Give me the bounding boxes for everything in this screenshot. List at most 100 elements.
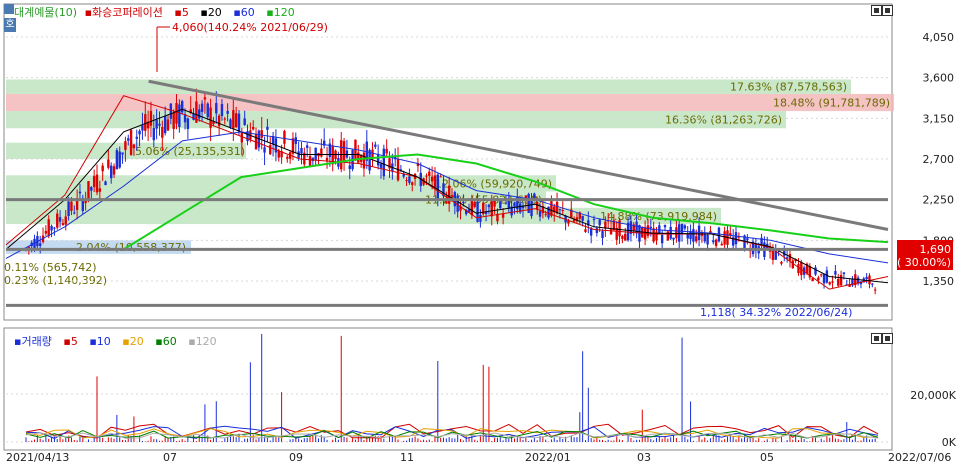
candle-body <box>129 129 133 155</box>
volume-profile-label: 18.48% (91,781,789) <box>773 97 890 110</box>
candle-body <box>479 214 482 222</box>
candle-body <box>814 267 817 275</box>
candle-body <box>166 119 170 131</box>
candle-body <box>439 176 442 178</box>
candle-body <box>425 175 428 177</box>
stock-legend-label[interactable]: ▪화승코퍼레이션 <box>85 6 167 19</box>
candle-body <box>138 130 141 135</box>
candle-body <box>220 104 224 117</box>
volume-profile-label: 17.63% (87,578,563) <box>730 81 847 94</box>
candle-body <box>234 113 238 128</box>
candle-body <box>820 274 823 276</box>
candle-body <box>58 217 62 222</box>
volume-profile-label: 0.11% (565,742) <box>4 261 97 274</box>
candle-body <box>200 103 204 113</box>
candle-body <box>666 231 670 241</box>
x-label-11: 11 <box>400 451 414 464</box>
x-end-label: 2022/07/06 <box>888 451 952 464</box>
vol-ma10-legend[interactable]: ▪10 <box>89 335 114 348</box>
candle-body <box>513 202 516 207</box>
candle-body <box>320 148 323 157</box>
candle-body <box>158 123 161 126</box>
candle-body <box>203 97 207 100</box>
volume-panel-restore-button[interactable] <box>871 333 882 344</box>
candle-body <box>672 237 675 240</box>
candle-body <box>683 225 687 229</box>
price-legend: 대계예물(10) ▪화승코퍼레이션 ▪5 ▪20 ▪60 ▪120 <box>14 4 303 20</box>
candle-body <box>487 204 491 208</box>
candle-body <box>436 174 439 200</box>
candle-body <box>53 227 56 229</box>
ma20-legend[interactable]: ▪20 <box>200 6 225 19</box>
candle-body <box>376 154 380 166</box>
candle-body <box>825 270 829 283</box>
candle-body <box>831 281 834 283</box>
candle-body <box>462 202 465 204</box>
candle-body <box>110 165 113 179</box>
volume-tick-0k: 0K <box>942 436 957 449</box>
candle-body <box>186 118 190 129</box>
candle-body <box>476 201 479 222</box>
ma120-legend[interactable]: ▪120 <box>266 6 298 19</box>
x-axis: 2021/04/13 07 09 11 2022/01 03 05 2022/0… <box>0 450 958 465</box>
candle-body <box>127 138 130 141</box>
candle-body <box>521 206 525 209</box>
candle-body <box>39 243 42 246</box>
panel-icon[interactable] <box>4 4 14 14</box>
candle-body <box>561 210 564 212</box>
candle-body <box>626 222 630 241</box>
index-legend-label[interactable]: 대계예물(10) <box>14 6 77 19</box>
candle-body <box>646 225 650 237</box>
candle-body <box>734 232 738 245</box>
vol-ma5-legend[interactable]: ▪5 <box>63 335 81 348</box>
candle-body <box>678 224 681 242</box>
candle-body <box>217 115 221 127</box>
price-panel-restore-button[interactable] <box>871 5 882 16</box>
candle-body <box>649 226 652 229</box>
candle-body <box>873 289 877 291</box>
candle-body <box>544 214 547 216</box>
candle-body <box>680 223 684 235</box>
volume-legend: ▪거래량 ▪5 ▪10 ▪20 ▪60 ▪120 <box>14 333 225 349</box>
candle-body <box>308 155 312 167</box>
volume-panel-maximize-button[interactable] <box>882 333 893 344</box>
candle-body <box>206 103 209 118</box>
volume-profile-label: 2.04% (10,558,377) <box>76 241 186 254</box>
candle-body <box>595 228 599 233</box>
candle-body <box>314 147 317 160</box>
candle-body <box>348 165 351 170</box>
candle-body <box>98 188 102 192</box>
candle-body <box>828 282 831 285</box>
mode-button[interactable]: 호 <box>4 18 16 32</box>
candle-body <box>124 141 127 150</box>
candle-body <box>411 182 414 185</box>
candle-body <box>300 147 303 154</box>
candle-body <box>149 110 153 126</box>
candle-body <box>675 227 678 239</box>
x-label-05: 05 <box>760 451 774 464</box>
volume-legend-title[interactable]: ▪거래량 <box>14 335 56 348</box>
high-annotation: 4,060(140.24% 2021/06/29) <box>172 21 328 34</box>
candle-body <box>669 226 672 239</box>
current-change: ( 30.00%) <box>897 256 951 269</box>
price-chart[interactable]: 17.63% (87,578,563) 18.48% (91,781,789) 16… <box>0 0 958 322</box>
price-tick-label: 2,700 <box>923 153 955 166</box>
candle-body <box>703 233 706 242</box>
volume-tick-20000k: 20,000K <box>910 389 956 402</box>
vol-ma60-legend[interactable]: ▪60 <box>155 335 180 348</box>
ma5-legend[interactable]: ▪5 <box>174 6 192 19</box>
candle-body <box>692 229 695 242</box>
price-tick-label: 2,250 <box>923 194 955 207</box>
x-label-2022-01: 2022/01 <box>525 451 571 464</box>
price-panel-maximize-button[interactable] <box>882 5 893 16</box>
candle-body <box>263 147 266 153</box>
candle-body <box>839 274 843 286</box>
vol-ma120-legend[interactable]: ▪120 <box>188 335 220 348</box>
candle-body <box>433 175 437 188</box>
candle-body <box>624 233 627 241</box>
candle-body <box>342 141 346 163</box>
candle-body <box>135 136 138 139</box>
ma60-legend[interactable]: ▪60 <box>233 6 258 19</box>
volume-profile-label: 16.36% (81,263,726) <box>665 114 782 127</box>
vol-ma20-legend[interactable]: ▪20 <box>122 335 147 348</box>
